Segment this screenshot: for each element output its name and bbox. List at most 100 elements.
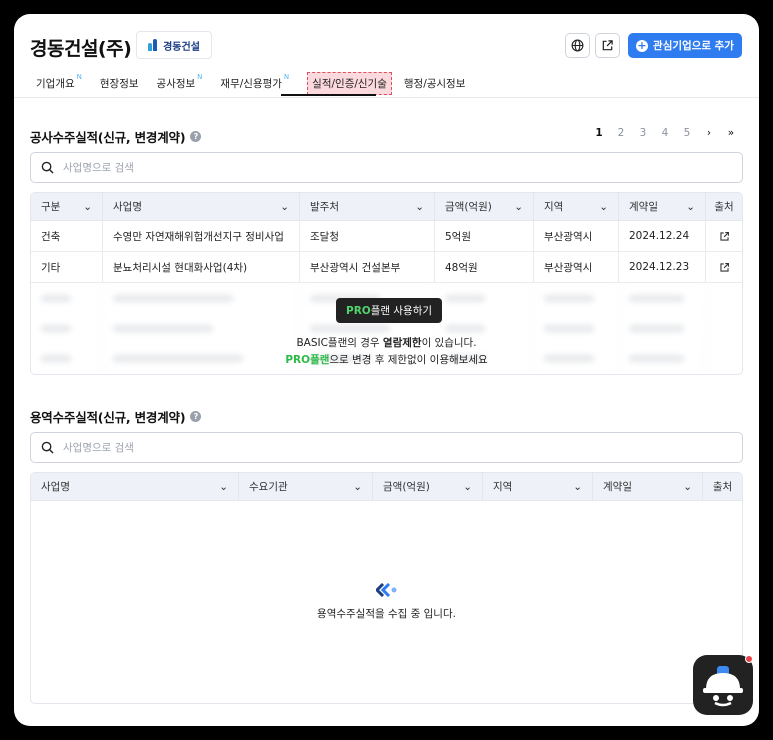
- page-3[interactable]: 3: [632, 127, 654, 139]
- cell-type: 기타: [31, 252, 103, 282]
- tab-finance-credit[interactable]: 재무/신용평가 N: [220, 73, 290, 91]
- chevron-down-icon: ⌄: [599, 200, 608, 213]
- last-page-icon[interactable]: »: [720, 127, 742, 139]
- col-source: 출처: [706, 193, 742, 220]
- search-icon: [41, 161, 54, 174]
- construction-search-input[interactable]: [63, 161, 703, 174]
- notice-text: BASIC플랜의 경우: [296, 337, 383, 349]
- page-1[interactable]: 1: [588, 127, 610, 139]
- next-page-icon[interactable]: ›: [698, 127, 720, 139]
- col-amount[interactable]: 금액(억원) ⌄: [373, 473, 483, 500]
- language-button[interactable]: [565, 33, 590, 58]
- chevron-down-icon: ⌄: [219, 480, 228, 493]
- chevron-down-icon: ⌄: [683, 480, 692, 493]
- tab-label: 현장정보: [99, 77, 139, 90]
- share-button[interactable]: [595, 33, 620, 58]
- cell-client: 조달청: [300, 221, 435, 251]
- table-row[interactable]: 건축 수영만 자연재해위험개선지구 정비사업 조달청 5억원 부산광역시 202…: [31, 221, 742, 252]
- tab-label: 재무/신용평가: [220, 77, 282, 90]
- service-search-input[interactable]: [63, 441, 703, 454]
- col-amount[interactable]: 금액(억원) ⌄: [435, 193, 534, 220]
- service-search[interactable]: [30, 432, 743, 463]
- col-label: 수요기관: [249, 481, 288, 493]
- cell-region: 부산광역시: [534, 252, 619, 282]
- chevron-down-icon: ⌄: [83, 200, 92, 213]
- col-label: 지역: [493, 481, 513, 493]
- tab-label: 기업개요: [36, 77, 75, 90]
- cell-amount: 5억원: [435, 221, 534, 251]
- section-title-text: 공사수주실적(신규, 변경계약): [30, 130, 186, 145]
- tab-label: 공사정보: [156, 77, 196, 90]
- new-badge: N: [283, 73, 290, 81]
- chevron-down-icon: ⌄: [280, 200, 289, 213]
- globe-icon: [571, 39, 584, 52]
- service-section-title: 용역수주실적(신규, 변경계약) ?: [30, 407, 202, 426]
- help-icon[interactable]: ?: [190, 131, 202, 142]
- help-icon[interactable]: ?: [190, 411, 202, 422]
- tab-construction-info[interactable]: 공사정보 N: [156, 73, 203, 91]
- active-tab-indicator: [281, 94, 376, 96]
- pro-button-label: 플랜 사용하기: [370, 305, 433, 317]
- col-contract-date[interactable]: 계약일 ⌄: [593, 473, 703, 500]
- col-label: 계약일: [603, 481, 632, 493]
- assistant-button[interactable]: [693, 655, 753, 715]
- cell-project-name: 분뇨처리시설 현대화사업(4차): [103, 252, 300, 282]
- tab-admin-disclosure[interactable]: 행정/공시정보: [404, 76, 466, 91]
- col-client[interactable]: 발주처 ⌄: [300, 193, 435, 220]
- logo-text: 경동건설: [163, 41, 200, 53]
- external-link-icon: [602, 40, 613, 51]
- col-project-name[interactable]: 사업명 ⌄: [103, 193, 300, 220]
- search-icon: [41, 441, 54, 454]
- cell-project-name: 수영만 자연재해위험개선지구 정비사업: [103, 221, 300, 251]
- col-type[interactable]: 구분 ⌄: [31, 193, 103, 220]
- pro-label: PRO: [346, 304, 371, 317]
- notification-dot: [745, 655, 753, 663]
- col-region[interactable]: 지역 ⌄: [534, 193, 619, 220]
- cell-region: 부산광역시: [534, 221, 619, 251]
- external-link-icon[interactable]: [719, 231, 730, 242]
- external-link-icon[interactable]: [719, 262, 730, 273]
- construction-search[interactable]: [30, 152, 743, 183]
- pagination: 1 2 3 4 5 › »: [588, 127, 742, 139]
- chevron-down-icon: ⌄: [353, 480, 362, 493]
- chevron-down-icon: ⌄: [463, 480, 472, 493]
- col-label: 지역: [544, 201, 564, 213]
- col-agency[interactable]: 수요기관 ⌄: [239, 473, 373, 500]
- col-label: 금액(억원): [383, 481, 430, 493]
- page-5[interactable]: 5: [676, 127, 698, 139]
- tab-performance-certification[interactable]: 실적/인증/신기술: [307, 71, 392, 95]
- table-header: 사업명 ⌄ 수요기관 ⌄ 금액(억원) ⌄ 지역 ⌄ 계약일 ⌄ 출처: [31, 473, 742, 501]
- table-row[interactable]: 기타 분뇨처리시설 현대화사업(4차) 부산광역시 건설본부 48억원 부산광역…: [31, 252, 742, 283]
- notice-text: 이 있습니다.: [421, 337, 477, 349]
- col-label: 구분: [41, 201, 61, 213]
- new-badge: N: [197, 73, 203, 81]
- add-interest-button[interactable]: + 관심기업으로 추가: [628, 33, 742, 58]
- col-label: 계약일: [629, 201, 658, 213]
- cell-contract-date: 2024.12.24: [619, 221, 706, 251]
- notice-bold: 열람제한: [382, 337, 422, 349]
- col-contract-date[interactable]: 계약일 ⌄: [619, 193, 706, 220]
- section-title-text: 용역수주실적(신규, 변경계약): [30, 410, 186, 425]
- construction-table: 구분 ⌄ 사업명 ⌄ 발주처 ⌄ 금액(억원) ⌄ 지역 ⌄ 계약일 ⌄ 출처 건축 수영만…: [30, 192, 743, 375]
- page-2[interactable]: 2: [610, 127, 632, 139]
- col-region[interactable]: 지역 ⌄: [483, 473, 593, 500]
- helmet-robot-icon: [703, 666, 743, 707]
- table-header: 구분 ⌄ 사업명 ⌄ 발주처 ⌄ 금액(억원) ⌄ 지역 ⌄ 계약일 ⌄ 출처: [31, 193, 742, 221]
- pro-plan-link[interactable]: PRO플랜: [285, 354, 329, 366]
- tab-bar: 기업개요 N 현장정보 공사정보 N 재무/신용평가 N 실적/인증/신기술 행정/공…: [36, 70, 483, 96]
- cell-amount: 48억원: [435, 252, 534, 282]
- col-label: 발주처: [310, 201, 339, 213]
- chevron-down-icon: ⌄: [415, 200, 424, 213]
- new-badge: N: [76, 73, 82, 81]
- tab-site-info[interactable]: 현장정보: [100, 76, 139, 91]
- page-4[interactable]: 4: [654, 127, 676, 139]
- cell-source[interactable]: [706, 252, 742, 282]
- cell-source[interactable]: [706, 221, 742, 251]
- tab-label: 실적/인증/신기술: [312, 77, 387, 90]
- tab-company-overview[interactable]: 기업개요 N: [36, 73, 82, 91]
- col-project-name[interactable]: 사업명 ⌄: [31, 473, 239, 500]
- pro-plan-button[interactable]: PRO 플랜 사용하기: [336, 298, 443, 323]
- logo-mark-icon: [148, 39, 160, 51]
- col-source: 출처: [703, 473, 742, 500]
- construction-section-title: 공사수주실적(신규, 변경계약) ?: [30, 127, 202, 146]
